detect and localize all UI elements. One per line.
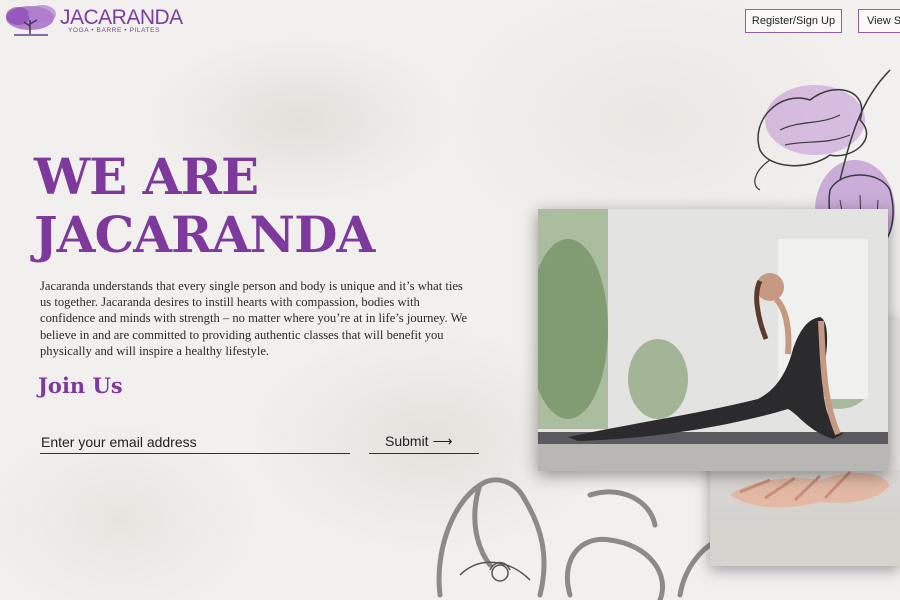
join-us-heading: Join Us <box>38 373 123 398</box>
email-input[interactable] <box>40 430 350 454</box>
view-schedule-button[interactable]: View Sc <box>858 9 900 33</box>
logo-tagline: YOGA • BARRE • PILATES <box>68 27 161 34</box>
brand-logo[interactable]: JACARANDA YOGA • BARRE • PILATES <box>4 2 183 38</box>
hero-description: Jacaranda understands that every single … <box>40 279 468 358</box>
yoga-pose-illustration <box>538 209 888 471</box>
flower-bottom-icon <box>436 477 720 600</box>
hero-title: WE ARE JACARANDA <box>34 147 375 264</box>
register-signup-button[interactable]: Register/Sign Up <box>745 9 842 33</box>
hero-title-line-1: WE ARE <box>34 147 259 206</box>
jacaranda-tree-logo-icon <box>6 5 56 36</box>
hero-title-line-2: JACARANDA <box>34 205 375 264</box>
submit-button[interactable]: Submit ⟶ <box>369 430 479 454</box>
yoga-photo <box>538 209 888 471</box>
